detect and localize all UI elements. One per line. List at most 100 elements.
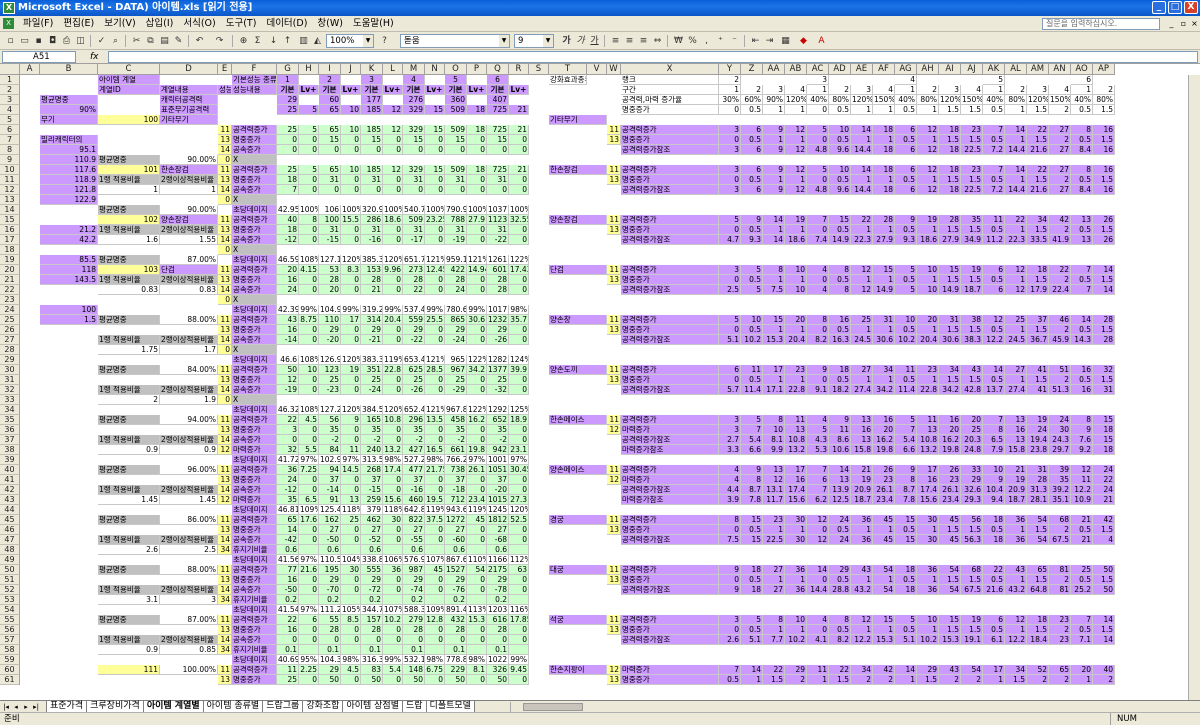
cell-N24[interactable]: 99% bbox=[425, 305, 445, 315]
cell-Y36[interactable]: 3 bbox=[719, 425, 741, 435]
cell-P52[interactable]: 0 bbox=[467, 585, 487, 595]
document-icon[interactable]: X bbox=[3, 18, 14, 29]
cell-R55[interactable]: 17.85 bbox=[509, 615, 529, 625]
cell-AE57[interactable]: 12.2 bbox=[851, 635, 873, 645]
cell-AA22[interactable]: 7.5 bbox=[763, 285, 785, 295]
cell-Z46[interactable]: 0.5 bbox=[741, 525, 763, 535]
cell-W11[interactable]: 13 bbox=[607, 175, 621, 185]
cell-AE15[interactable]: 22 bbox=[851, 215, 873, 225]
cell-P21[interactable]: 0 bbox=[467, 275, 487, 285]
cell-H57[interactable]: 0 bbox=[299, 635, 319, 645]
cell-AL11[interactable]: 1 bbox=[1005, 175, 1027, 185]
cell-AG50[interactable]: 18 bbox=[895, 565, 917, 575]
cell-AA52[interactable]: 27 bbox=[763, 585, 785, 595]
cell-AD43[interactable]: 12.5 bbox=[829, 495, 851, 505]
close-button[interactable]: X bbox=[1184, 1, 1198, 14]
cell-AK26[interactable]: 0.5 bbox=[983, 325, 1005, 335]
cell-F33[interactable]: X bbox=[232, 395, 277, 405]
cell-Q22[interactable]: 28 bbox=[487, 285, 509, 295]
borders-icon[interactable]: ▦ bbox=[779, 35, 792, 47]
cell-AO21[interactable]: 0.5 bbox=[1071, 275, 1093, 285]
cell-AM6[interactable]: 22 bbox=[1027, 125, 1049, 135]
cell-AN57[interactable]: 23 bbox=[1049, 635, 1071, 645]
cell-P4[interactable]: 18 bbox=[467, 105, 487, 115]
cell-AD31[interactable]: 0.5 bbox=[829, 375, 851, 385]
cell-AH56[interactable]: 1 bbox=[917, 625, 939, 635]
cell-N46[interactable]: 0 bbox=[425, 525, 445, 535]
cell-I29[interactable]: 126.9 bbox=[319, 355, 341, 365]
cell-AA26[interactable]: 1 bbox=[763, 325, 785, 335]
cell-AF21[interactable]: 1 bbox=[873, 275, 895, 285]
cell-I7[interactable]: 15 bbox=[319, 135, 341, 145]
cell-M4[interactable]: 329 bbox=[403, 105, 425, 115]
cut-icon[interactable]: ✂ bbox=[130, 35, 143, 47]
cell-AD36[interactable]: 11 bbox=[829, 425, 851, 435]
menu-item[interactable]: 보기(V) bbox=[99, 17, 140, 31]
cell-B21[interactable]: 143.5 bbox=[40, 275, 98, 285]
cell-H47[interactable]: 0 bbox=[299, 535, 319, 545]
cell-I22[interactable]: 20 bbox=[319, 285, 341, 295]
cell-K50[interactable]: 555 bbox=[361, 565, 383, 575]
cell-B4[interactable]: 90% bbox=[40, 105, 98, 115]
cell-O40[interactable]: 738 bbox=[445, 465, 467, 475]
cell-K11[interactable]: 31 bbox=[361, 175, 383, 185]
row-header[interactable]: 31 bbox=[0, 375, 20, 385]
cell-K52[interactable]: -72 bbox=[361, 585, 383, 595]
cell-P24[interactable]: 99% bbox=[467, 305, 487, 315]
cell-AL20[interactable]: 12 bbox=[1005, 265, 1027, 275]
cell-R41[interactable]: 0 bbox=[509, 475, 529, 485]
cell-M7[interactable]: 15 bbox=[403, 135, 425, 145]
cell-AN20[interactable]: 22 bbox=[1049, 265, 1071, 275]
cell-Q40[interactable]: 1051 bbox=[487, 465, 509, 475]
cell-G61[interactable]: 25 bbox=[277, 675, 299, 685]
cell-O47[interactable]: -60 bbox=[445, 535, 467, 545]
cell-AL38[interactable]: 15.8 bbox=[1005, 445, 1027, 455]
cell-D5[interactable]: 기타무기 bbox=[160, 115, 218, 125]
cell-C12[interactable]: 1 bbox=[98, 185, 160, 195]
cell-AJ17[interactable]: 34.9 bbox=[961, 235, 983, 245]
cell-X30[interactable]: 공격력증가 bbox=[621, 365, 719, 375]
cell-L14[interactable]: 100% bbox=[383, 205, 403, 215]
row-header[interactable]: 38 bbox=[0, 445, 20, 455]
cell-J60[interactable]: 4.5 bbox=[341, 665, 361, 675]
cell-X55[interactable]: 공격력증가 bbox=[621, 615, 719, 625]
cell-AF10[interactable]: 18 bbox=[873, 165, 895, 175]
cell-D2[interactable]: 계열내용 bbox=[160, 85, 218, 95]
cell-I51[interactable]: 29 bbox=[319, 575, 341, 585]
cell-N49[interactable]: 107% bbox=[425, 555, 445, 565]
doc-close-icon[interactable]: × bbox=[1189, 18, 1200, 29]
cell-C2[interactable]: 계열ID bbox=[98, 85, 160, 95]
cell-AK38[interactable]: 7.9 bbox=[983, 445, 1005, 455]
cell-P61[interactable]: 0 bbox=[467, 675, 487, 685]
cell-AM26[interactable]: 1.5 bbox=[1027, 325, 1049, 335]
cell-AC31[interactable]: 0 bbox=[807, 375, 829, 385]
cell-H26[interactable]: 0 bbox=[299, 325, 319, 335]
column-header[interactable]: AN bbox=[1049, 64, 1071, 75]
cell-AL25[interactable]: 25 bbox=[1005, 315, 1027, 325]
cell-I43[interactable]: 91 bbox=[319, 495, 341, 505]
row-header[interactable]: 14 bbox=[0, 205, 20, 215]
cell-Q50[interactable]: 2175 bbox=[487, 565, 509, 575]
cell-J11[interactable]: 0 bbox=[341, 175, 361, 185]
cell-B17[interactable]: 42.2 bbox=[40, 235, 98, 245]
cell-R48[interactable] bbox=[509, 545, 529, 555]
cell-M49[interactable]: 576.9 bbox=[403, 555, 425, 565]
cell-Y20[interactable]: 3 bbox=[719, 265, 741, 275]
cell-AA41[interactable]: 12 bbox=[763, 475, 785, 485]
cell-AO17[interactable]: 13 bbox=[1071, 235, 1093, 245]
cell-P45[interactable]: 45 bbox=[467, 515, 487, 525]
cell-AE36[interactable]: 16 bbox=[851, 425, 873, 435]
cell-G40[interactable]: 36 bbox=[277, 465, 299, 475]
cell-AI4[interactable]: 1.5 bbox=[939, 105, 961, 115]
cell-I34[interactable]: 127.2 bbox=[319, 405, 341, 415]
cell-AH27[interactable]: 20.4 bbox=[917, 335, 939, 345]
cell-R2[interactable]: Lv+ bbox=[509, 85, 529, 95]
cell-AB27[interactable]: 20.4 bbox=[785, 335, 807, 345]
cell-J51[interactable]: 0 bbox=[341, 575, 361, 585]
cell-O57[interactable]: 0 bbox=[445, 635, 467, 645]
cell-AE6[interactable]: 14 bbox=[851, 125, 873, 135]
cell-Y31[interactable]: 0 bbox=[719, 375, 741, 385]
cell-AN43[interactable]: 35.1 bbox=[1049, 495, 1071, 505]
cell-AG7[interactable]: 0.5 bbox=[895, 135, 917, 145]
cell-W46[interactable]: 13 bbox=[607, 525, 621, 535]
